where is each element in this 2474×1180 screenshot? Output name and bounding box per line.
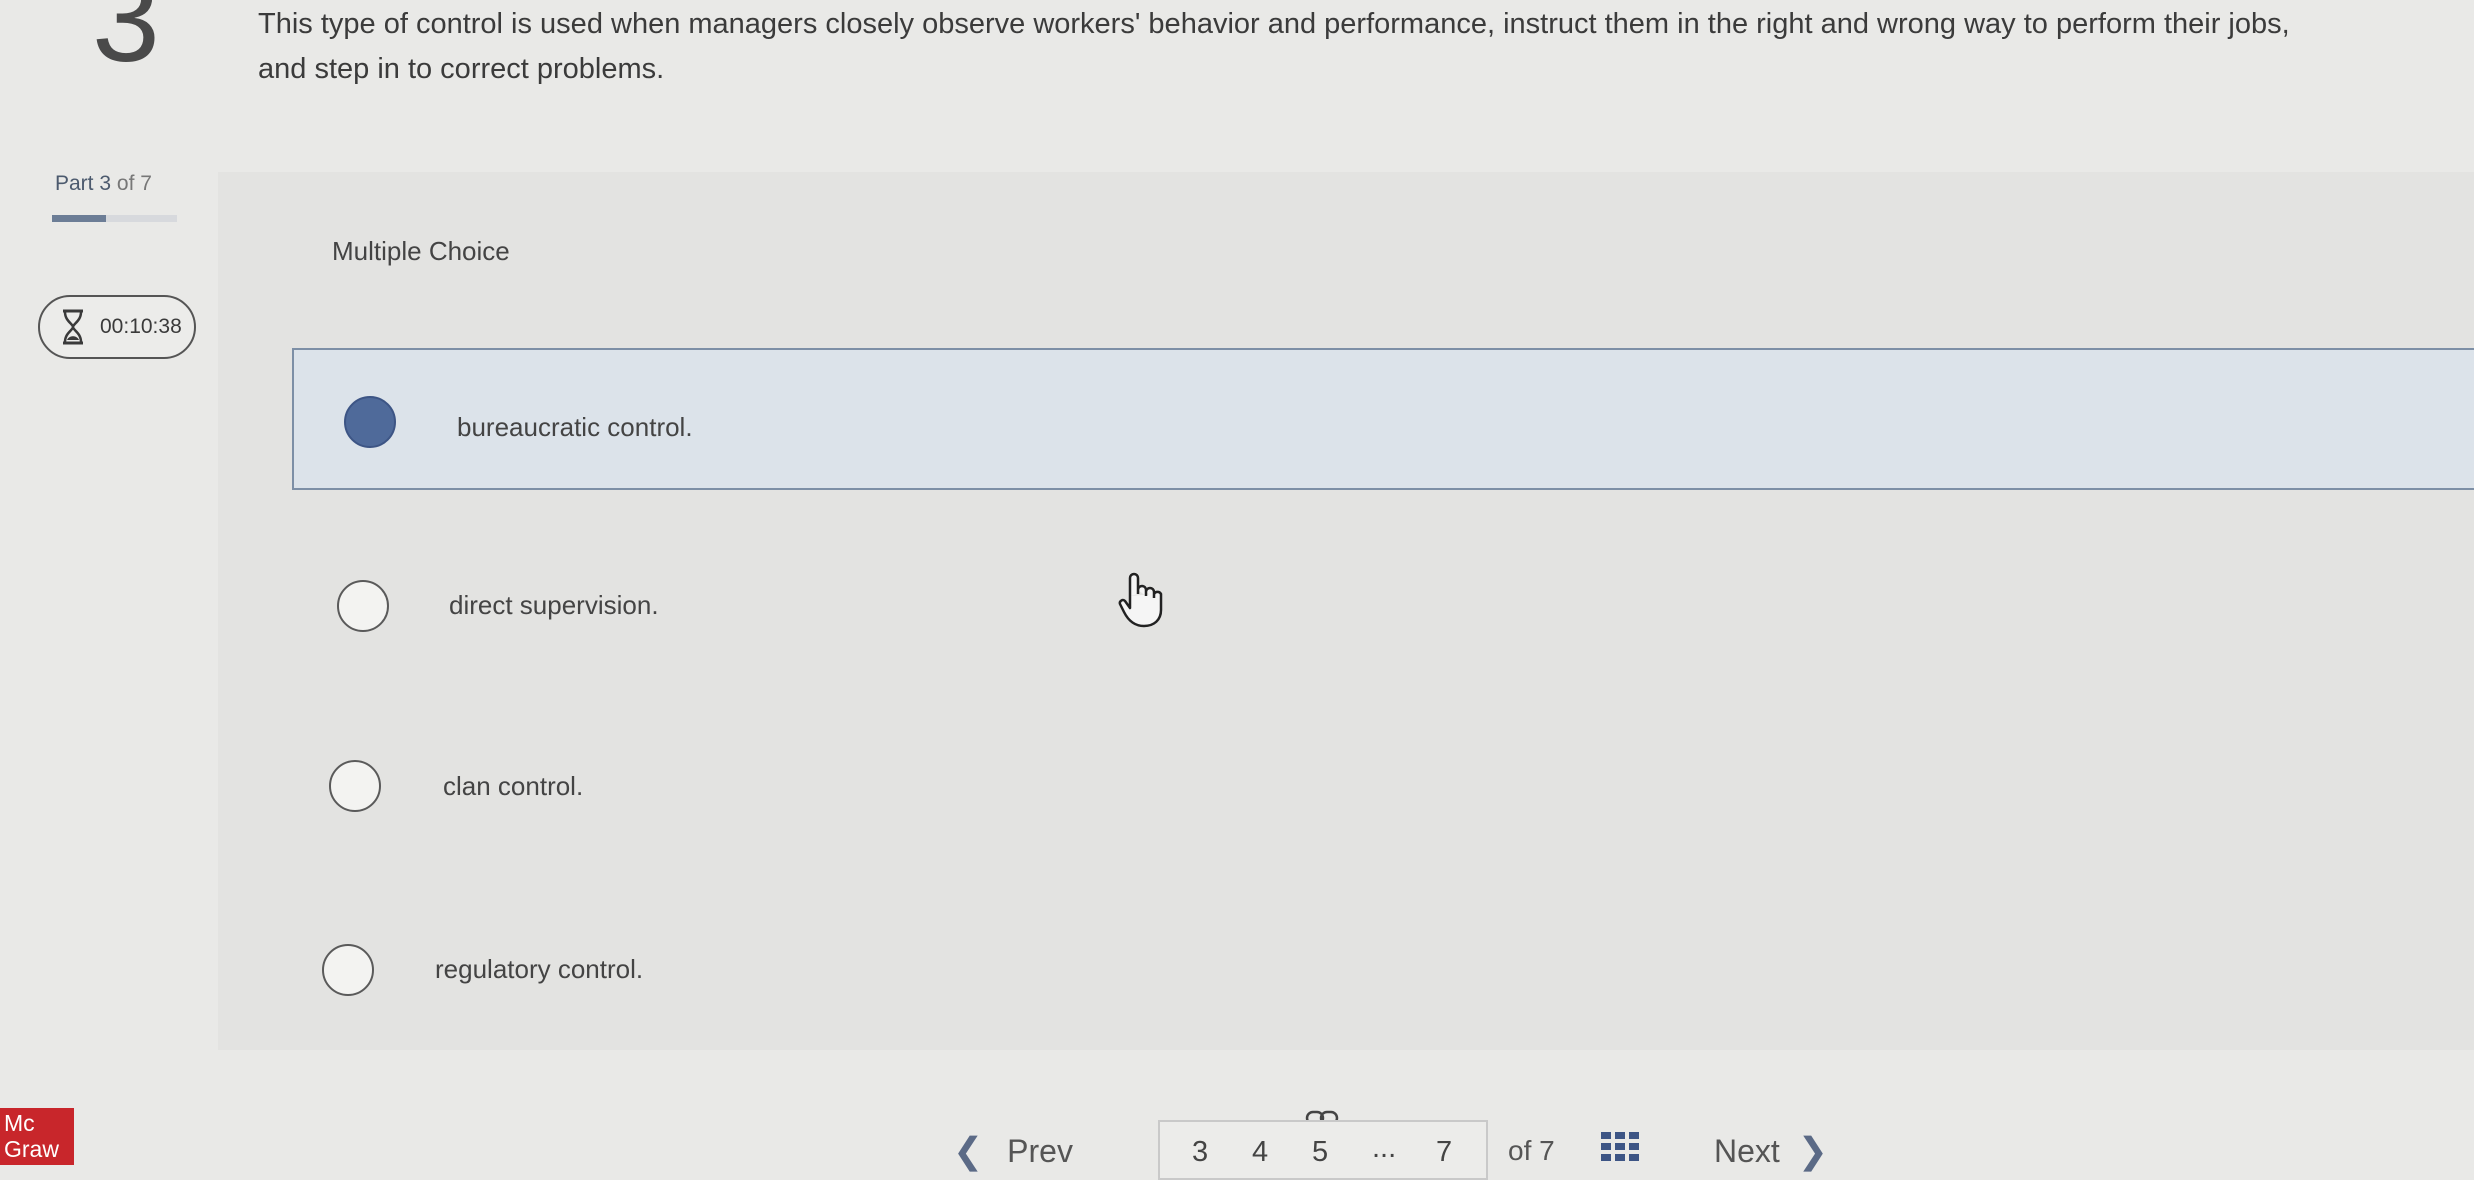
part-progress-fill	[52, 215, 106, 222]
prev-button[interactable]: ❮ Prev	[953, 1130, 1073, 1172]
next-button[interactable]: Next ❯	[1714, 1130, 1828, 1172]
question-number: 3	[92, 0, 160, 87]
choice-option-4[interactable]: regulatory control.	[292, 898, 2474, 1040]
logo-line-1: Mc	[4, 1110, 35, 1136]
radio-button[interactable]	[329, 760, 381, 812]
choice-option-3[interactable]: clan control.	[292, 714, 2474, 856]
chevron-right-icon: ❯	[1797, 1130, 1828, 1171]
part-total: of 7	[116, 172, 152, 195]
grid-view-icon[interactable]	[1601, 1132, 1641, 1162]
part-label-word: Part	[55, 172, 94, 195]
logo-line-2: Graw	[4, 1136, 59, 1162]
page-total: of 7	[1508, 1135, 1555, 1166]
chevron-left-icon: ❮	[953, 1130, 984, 1171]
choice-label: bureaucratic control.	[457, 412, 693, 442]
radio-button[interactable]	[322, 944, 374, 996]
choice-label: direct supervision.	[449, 590, 659, 620]
page-link[interactable]: 3	[1192, 1136, 1208, 1169]
next-label: Next	[1714, 1132, 1780, 1169]
question-text: This type of control is used when manage…	[258, 8, 2290, 85]
page-link[interactable]: 4	[1252, 1136, 1268, 1169]
mcgraw-logo: Mc Graw	[0, 1108, 74, 1165]
radio-button[interactable]	[344, 396, 396, 448]
hourglass-icon	[63, 309, 83, 345]
timer[interactable]: 00:10:38	[38, 295, 196, 359]
part-current: 3	[99, 172, 112, 195]
choice-label: regulatory control.	[435, 954, 644, 984]
page-link[interactable]: 7	[1436, 1136, 1452, 1169]
page-navigator: 3 4 5 ... 7	[1158, 1120, 1488, 1180]
part-indicator: Part 3 of 7	[55, 172, 152, 196]
question-type-label: Multiple Choice	[332, 236, 510, 266]
timer-value: 00:10:38	[100, 315, 182, 338]
part-progress-bar	[52, 215, 177, 222]
choice-option-2[interactable]: direct supervision.	[292, 534, 2474, 676]
hand-cursor-icon	[1118, 572, 1163, 628]
radio-button[interactable]	[337, 580, 389, 632]
prev-label: Prev	[1007, 1132, 1073, 1169]
page-ellipsis: ...	[1372, 1132, 1397, 1164]
choice-option-1[interactable]: bureaucratic control.	[292, 348, 2474, 490]
page-link-current[interactable]: 5	[1312, 1136, 1328, 1169]
choice-label: clan control.	[443, 771, 584, 801]
